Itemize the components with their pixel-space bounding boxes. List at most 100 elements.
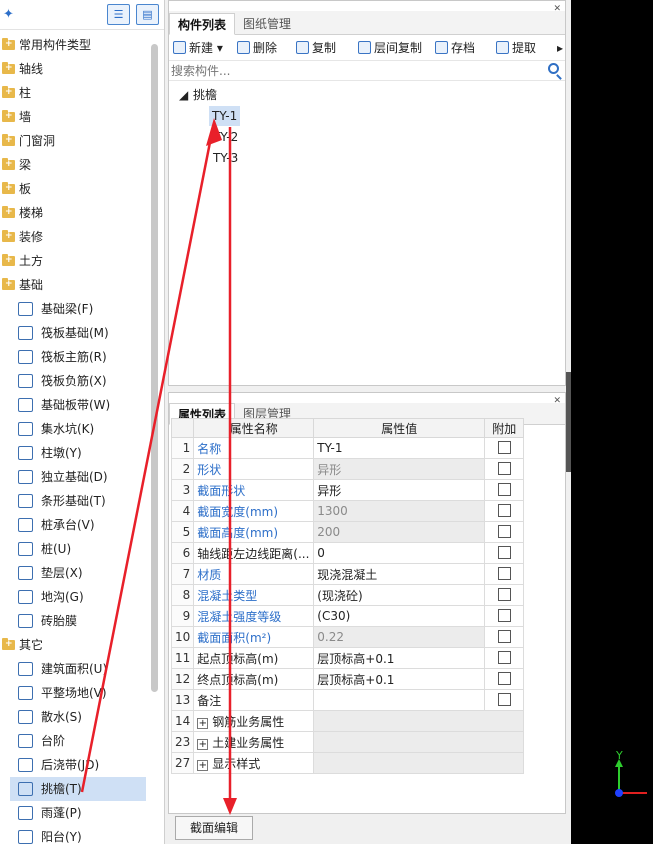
tree-category[interactable]: + 墙 <box>0 105 150 129</box>
tree-item[interactable]: 独立基础(D) <box>0 465 150 489</box>
extra-checkbox[interactable] <box>497 588 511 601</box>
property-value[interactable]: 0 <box>313 542 486 564</box>
tree-item[interactable]: 台阶 <box>0 729 150 753</box>
sparkle-icon[interactable]: ✦ <box>3 7 14 22</box>
property-row[interactable]: 4 截面宽度(mm) 1300 <box>170 500 525 522</box>
property-value[interactable] <box>313 752 525 774</box>
property-value[interactable] <box>313 689 486 711</box>
tree-category[interactable]: + 装修 <box>0 225 150 249</box>
extra-checkbox[interactable] <box>497 546 511 559</box>
tree-item[interactable]: 柱墩(Y) <box>0 441 150 465</box>
property-row[interactable]: 13 备注 <box>170 689 525 711</box>
component-item-ty-3[interactable]: TY-3 <box>213 148 238 168</box>
expand-icon[interactable]: + <box>197 738 209 750</box>
tree-item[interactable]: 筏板负筋(X) <box>0 369 150 393</box>
property-value[interactable]: 200 <box>313 521 486 543</box>
expand-icon[interactable]: + <box>197 717 209 729</box>
copy-button[interactable]: 复制 <box>296 39 336 57</box>
extra-checkbox[interactable] <box>497 441 511 454</box>
tree-category[interactable]: + 梁 <box>0 153 150 177</box>
property-value[interactable]: (C30) <box>313 605 486 627</box>
extra-checkbox[interactable] <box>497 630 511 643</box>
tree-item[interactable]: 雨蓬(P) <box>0 801 150 825</box>
tree-item[interactable]: 后浇带(JD) <box>0 753 150 777</box>
property-row[interactable]: 2 形状 异形 <box>170 458 525 480</box>
search-icon[interactable] <box>548 63 559 74</box>
extract-button[interactable]: 提取 <box>496 39 536 57</box>
tree-item[interactable]: 挑檐(T) <box>10 777 146 801</box>
property-value[interactable] <box>313 710 525 732</box>
property-row[interactable]: 7 材质 现浇混凝土 <box>170 563 525 585</box>
drawing-viewport[interactable]: Y <box>571 0 653 844</box>
tree-category[interactable]: + 其它 <box>0 633 150 657</box>
tree-item[interactable]: 散水(S) <box>0 705 150 729</box>
component-group[interactable]: 挑檐 <box>193 85 217 105</box>
tree-item[interactable]: 基础梁(F) <box>0 297 150 321</box>
search-input[interactable] <box>171 62 541 79</box>
floor-copy-button[interactable]: 层间复制 <box>358 39 422 57</box>
left-panel-scrollbar[interactable] <box>151 44 158 692</box>
tree-category[interactable]: + 土方 <box>0 249 150 273</box>
tree-item[interactable]: 筏板主筋(R) <box>0 345 150 369</box>
property-row[interactable]: 1 名称 TY-1 <box>170 437 525 459</box>
tree-item[interactable]: 建筑面积(U) <box>0 657 150 681</box>
tree-item[interactable]: 条形基础(T) <box>0 489 150 513</box>
archive-button[interactable]: 存档 <box>435 39 475 57</box>
property-value[interactable]: 1300 <box>313 500 486 522</box>
tab-drawing-management[interactable]: 图纸管理 <box>235 13 299 35</box>
property-value[interactable] <box>313 731 525 753</box>
tree-item[interactable]: 平整场地(V) <box>0 681 150 705</box>
tree-category[interactable]: + 轴线 <box>0 57 150 81</box>
extra-checkbox[interactable] <box>497 672 511 685</box>
property-value[interactable]: 层顶标高+0.1 <box>313 668 486 690</box>
extra-checkbox[interactable] <box>497 462 511 475</box>
property-row[interactable]: 27 + 显示样式 <box>170 752 525 774</box>
component-item-ty-2[interactable]: TY-2 <box>213 127 238 147</box>
extra-checkbox[interactable] <box>497 609 511 622</box>
property-row[interactable]: 5 截面高度(mm) 200 <box>170 521 525 543</box>
tree-category[interactable]: + 常用构件类型 <box>0 33 150 57</box>
property-row[interactable]: 6 轴线距左边线距离(... 0 <box>170 542 525 564</box>
tree-item[interactable]: 集水坑(K) <box>0 417 150 441</box>
property-row[interactable]: 3 截面形状 异形 <box>170 479 525 501</box>
property-row[interactable]: 11 起点顶标高(m) 层顶标高+0.1 <box>170 647 525 669</box>
property-row[interactable]: 8 混凝土类型 (现浇砼) <box>170 584 525 606</box>
delete-button[interactable]: 删除 <box>237 39 277 57</box>
extra-checkbox[interactable] <box>497 567 511 580</box>
list-view-icon[interactable]: ☰ <box>107 4 130 25</box>
panel-view-icon[interactable]: ▤ <box>136 4 159 25</box>
property-value[interactable]: (现浇砼) <box>313 584 486 606</box>
property-value[interactable]: 层顶标高+0.1 <box>313 647 486 669</box>
property-row[interactable]: 12 终点顶标高(m) 层顶标高+0.1 <box>170 668 525 690</box>
tree-category[interactable]: + 门窗洞 <box>0 129 150 153</box>
new-button[interactable]: 新建 ▾ <box>173 39 223 57</box>
tab-component-list[interactable]: 构件列表 <box>169 13 236 35</box>
property-value[interactable]: 异形 <box>313 479 486 501</box>
property-row[interactable]: 14 + 钢筋业务属性 <box>170 710 525 732</box>
tree-item[interactable]: 桩(U) <box>0 537 150 561</box>
extra-checkbox[interactable] <box>497 525 511 538</box>
more-icon[interactable]: ▸ <box>557 39 563 57</box>
tree-category[interactable]: + 楼梯 <box>0 201 150 225</box>
tree-category[interactable]: + 基础 <box>0 273 150 297</box>
tree-item[interactable]: 筏板基础(M) <box>0 321 150 345</box>
tree-item[interactable]: 砖胎膜 <box>0 609 150 633</box>
property-row[interactable]: 23 + 土建业务属性 <box>170 731 525 753</box>
extra-checkbox[interactable] <box>497 693 511 706</box>
extra-checkbox[interactable] <box>497 651 511 664</box>
tree-item[interactable]: 垫层(X) <box>0 561 150 585</box>
tree-category[interactable]: + 板 <box>0 177 150 201</box>
property-value[interactable]: 异形 <box>313 458 486 480</box>
component-item-ty-1[interactable]: TY-1 <box>209 106 241 126</box>
property-row[interactable]: 10 截面面积(m²) 0.22 <box>170 626 525 648</box>
section-edit-button[interactable]: 截面编辑 <box>175 816 253 840</box>
extra-checkbox[interactable] <box>497 483 511 496</box>
collapse-icon[interactable]: ◢ <box>179 85 188 105</box>
tree-item[interactable]: 阳台(Y) <box>0 825 150 844</box>
tree-category[interactable]: + 柱 <box>0 81 150 105</box>
property-value[interactable]: 0.22 <box>313 626 486 648</box>
tree-item[interactable]: 地沟(G) <box>0 585 150 609</box>
property-row[interactable]: 9 混凝土强度等级 (C30) <box>170 605 525 627</box>
property-value[interactable]: 现浇混凝土 <box>313 563 486 585</box>
property-value[interactable]: TY-1 <box>313 437 486 459</box>
